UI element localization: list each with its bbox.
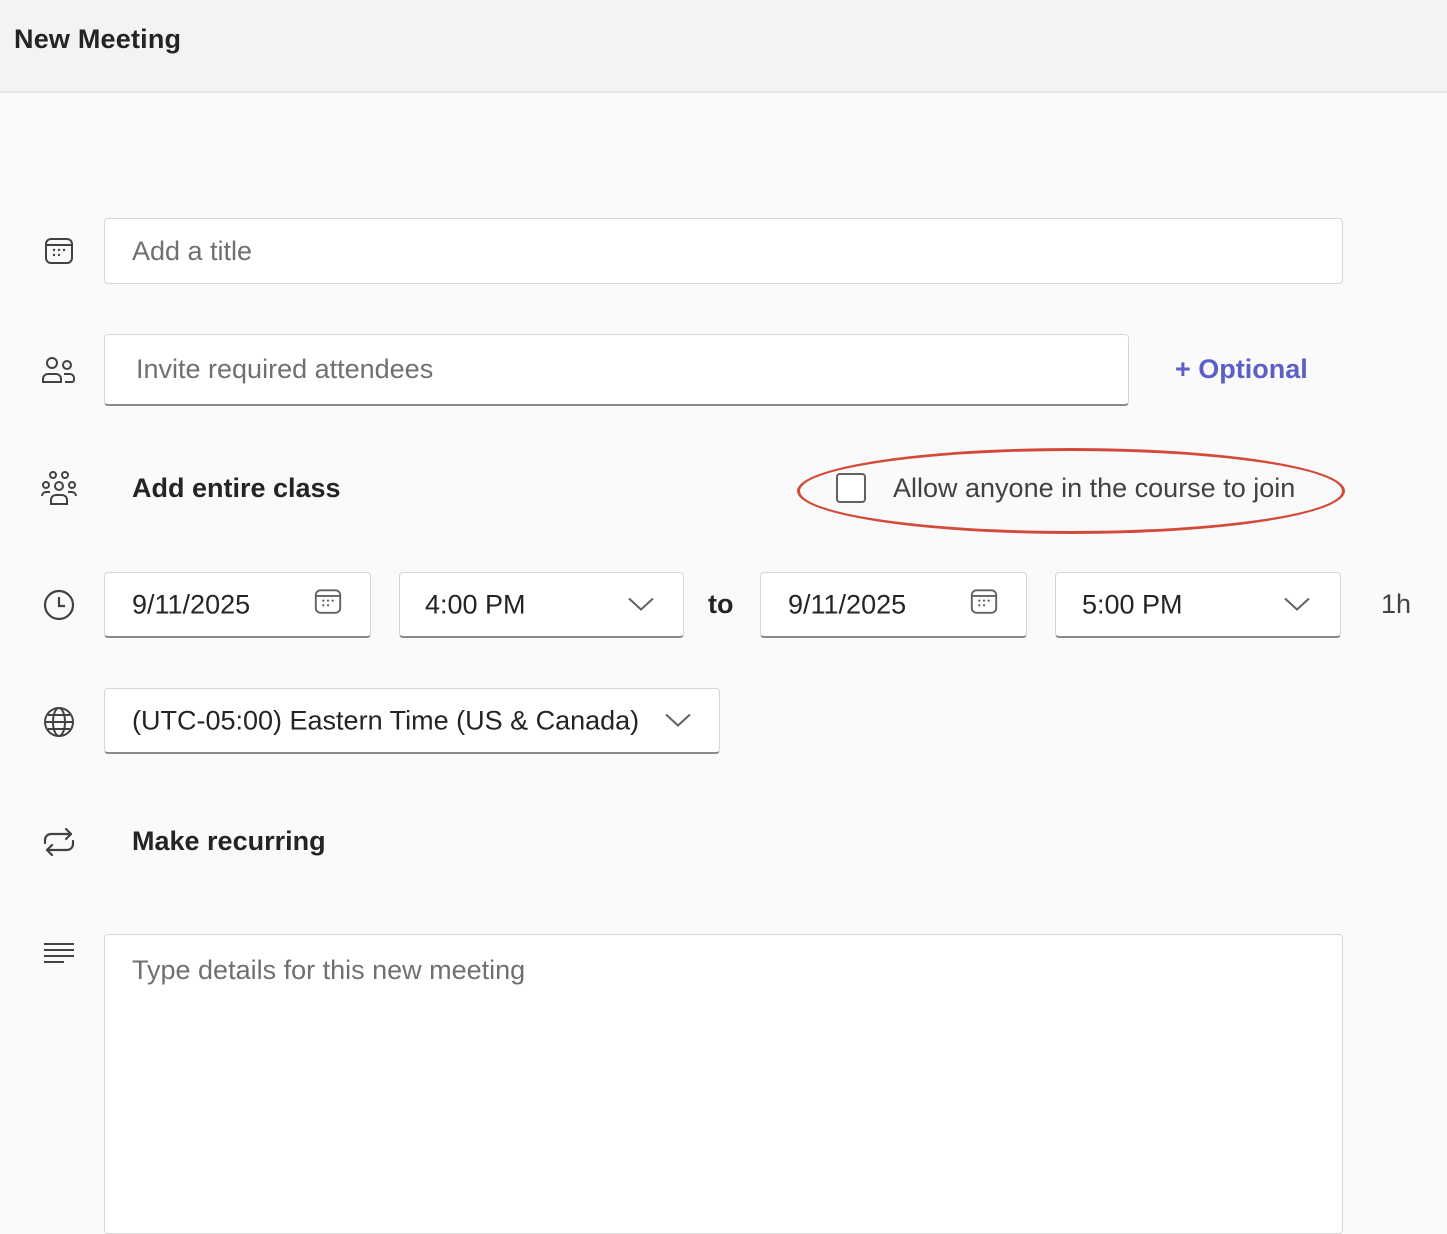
calendar-icon[interactable]: [969, 586, 999, 623]
calendar-icon: [40, 232, 78, 270]
to-label: to: [708, 589, 734, 619]
title-field[interactable]: [104, 218, 1343, 284]
end-date-value: 9/11/2025: [788, 589, 907, 619]
title-input[interactable]: [105, 219, 1342, 283]
allow-join-label: Allow anyone in the course to join: [893, 473, 1296, 503]
start-time-dropdown[interactable]: 4:00 PM: [399, 572, 684, 638]
repeat-icon: [40, 823, 78, 861]
chevron-down-icon: [1282, 589, 1312, 620]
chevron-down-icon: [626, 589, 656, 620]
title-bar: New Meeting: [0, 0, 1447, 93]
details-field[interactable]: [104, 934, 1343, 1234]
text-align-icon: [40, 934, 78, 972]
globe-icon: [40, 703, 78, 741]
start-date-picker[interactable]: 9/11/2025: [104, 572, 371, 638]
allow-join-checkbox[interactable]: [836, 473, 866, 503]
end-time-value: 5:00 PM: [1082, 589, 1183, 619]
chevron-down-icon: [663, 705, 693, 736]
attendees-input[interactable]: [105, 335, 1128, 403]
start-time-value: 4:00 PM: [425, 589, 526, 619]
details-textarea[interactable]: [105, 935, 1342, 1225]
start-date-value: 9/11/2025: [132, 589, 251, 619]
calendar-icon[interactable]: [313, 586, 343, 623]
clock-icon: [40, 586, 78, 624]
people-icon: [40, 351, 78, 389]
add-entire-class-button[interactable]: Add entire class: [132, 473, 341, 504]
optional-attendees-link[interactable]: + Optional: [1175, 354, 1308, 385]
attendees-field[interactable]: [104, 334, 1129, 406]
duration-label: 1h: [1381, 589, 1412, 619]
people-team-icon: [40, 469, 78, 507]
make-recurring-button[interactable]: Make recurring: [132, 826, 326, 857]
timezone-dropdown[interactable]: (UTC-05:00) Eastern Time (US & Canada): [104, 688, 720, 754]
end-date-picker[interactable]: 9/11/2025: [760, 572, 1027, 638]
end-time-dropdown[interactable]: 5:00 PM: [1055, 572, 1341, 638]
page-title: New Meeting: [14, 24, 182, 54]
timezone-value: (UTC-05:00) Eastern Time (US & Canada): [132, 705, 640, 735]
